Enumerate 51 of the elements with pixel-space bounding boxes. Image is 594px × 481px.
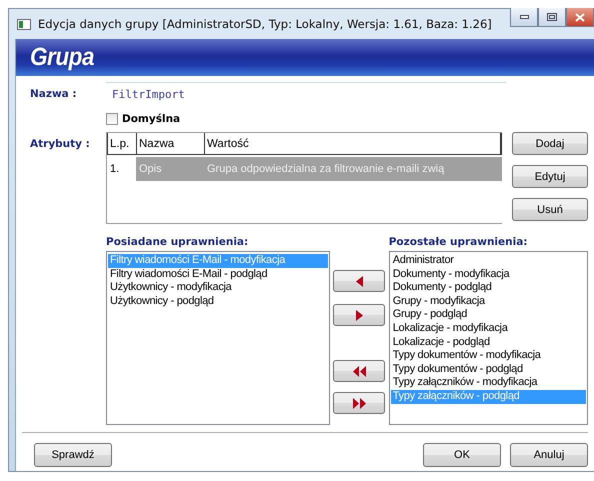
list-item[interactable]: Dokumenty - podgląd [390, 281, 586, 295]
field-label: Atrybuty : [30, 138, 91, 150]
double-right-arrow-icon [352, 398, 366, 408]
permission-list[interactable] [388, 251, 588, 425]
name-field[interactable]: FiltrImport [106, 82, 506, 106]
table-cell: Grupa odpowiedzialna za filtrowanie e-maili zwią [204, 157, 502, 181]
table-cell-text: 1. [109, 162, 120, 177]
list-item[interactable]: Lokalizacje - modyfikacja [390, 322, 586, 336]
left-arrow-icon [356, 276, 363, 286]
action-button[interactable]: Dodaj [512, 132, 588, 155]
header-title: Grupa [30, 43, 94, 72]
maximize-button[interactable] [538, 8, 566, 27]
action-button[interactable]: Usuń [512, 198, 588, 221]
list-item[interactable]: Grupy - podgląd [390, 308, 586, 322]
window-title: Edycja danych grupy [AdministratorSD, Typ: Lokalny, Wersja: 1.61, Baza: 1.26] [38, 17, 492, 31]
permission-list[interactable]: Filtry wiadomości E-Mail - modyfikacja Filtry wiadomości E-Mail - podgląd Użytkownicy - modyfikacja Użytkownicy - podgląd [106, 251, 330, 425]
transfer-button[interactable] [333, 304, 386, 326]
list-item[interactable]: Administrator [390, 254, 586, 268]
list-item[interactable]: Lokalizacje - podgląd [390, 336, 586, 350]
list-item[interactable]: Filtry wiadomości E-Mail - podgląd [108, 268, 328, 282]
list-item[interactable]: Typy dokumentów - podgląd [390, 362, 586, 376]
list-item[interactable]: Dokumenty - modyfikacja [390, 268, 586, 282]
list-label: Posiadane uprawnienia: [106, 236, 250, 250]
app-icon [17, 18, 31, 30]
close-icon [575, 12, 585, 22]
column-header[interactable]: L.p. [108, 133, 137, 154]
list-item[interactable]: Typy załączników - modyfikacja [390, 376, 586, 390]
column-header[interactable]: Wartość [205, 133, 501, 154]
transfer-button[interactable] [333, 392, 386, 414]
minimize-icon [520, 15, 528, 19]
transfer-button[interactable] [333, 360, 386, 382]
list-item[interactable]: Grupy - modyfikacja [390, 294, 586, 308]
field-label: Nazwa : [30, 88, 78, 100]
transfer-button[interactable] [333, 270, 386, 292]
action-button[interactable]: Edytuj [512, 165, 588, 188]
list-item[interactable]: Typy dokumentów - modyfikacja [390, 349, 586, 363]
checkbox-label: Domyślna [122, 113, 180, 125]
right-arrow-icon [356, 310, 363, 320]
list-item[interactable]: Użytkownicy - podgląd [108, 294, 328, 308]
list-label: Pozostałe uprawnienia: [388, 236, 529, 250]
close-button[interactable] [566, 8, 594, 27]
column-header[interactable]: Nazwa [137, 133, 205, 154]
table-cell: Opis [136, 157, 204, 181]
minimize-button[interactable] [510, 8, 538, 27]
double-left-arrow-icon [352, 366, 366, 376]
maximize-icon [547, 13, 557, 21]
dialog-button[interactable]: Anuluj [510, 443, 588, 467]
checkbox[interactable] [106, 113, 118, 125]
dialog-button[interactable]: OK [423, 443, 501, 467]
check-button[interactable]: Sprawdź [34, 443, 112, 467]
list-item[interactable]: Użytkownicy - modyfikacja [108, 281, 328, 295]
